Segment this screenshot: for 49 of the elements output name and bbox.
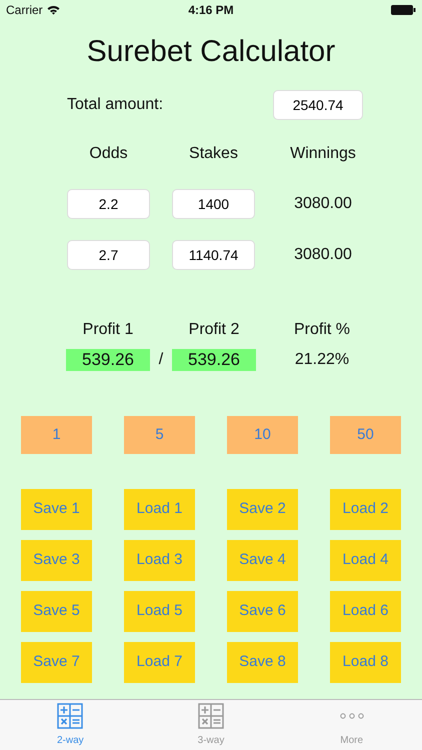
stake-field[interactable]: 1140.74 — [172, 240, 255, 270]
amount-button[interactable]: 5 — [124, 416, 195, 454]
tab-item[interactable]: 3-way — [140, 700, 282, 750]
status-time: 4:16 PM — [188, 2, 234, 19]
profit-value: 539.26 — [66, 349, 150, 371]
calculator-icon — [57, 703, 84, 729]
column-header: Odds — [88, 144, 129, 164]
profit-header: Profit % — [292, 320, 351, 340]
column-header: Stakes — [188, 144, 239, 164]
carrier-name: Carrier — [6, 2, 43, 19]
odds-field[interactable]: 2.7 — [67, 240, 150, 270]
profit-value: 539.26 — [172, 349, 256, 371]
slot-button[interactable]: Save 5 — [21, 591, 92, 632]
slot-button[interactable]: Load 3 — [124, 540, 195, 581]
slot-button[interactable]: Save 8 — [227, 642, 298, 683]
more-icon — [340, 713, 364, 719]
slot-button[interactable]: Save 4 — [227, 540, 298, 581]
slot-button[interactable]: Save 7 — [21, 642, 92, 683]
slot-button[interactable]: Load 2 — [330, 489, 401, 530]
amount-button[interactable]: 1 — [21, 416, 92, 454]
total-label: Total amount: — [67, 95, 164, 115]
profit-header: Profit 1 — [82, 320, 134, 340]
slot-button[interactable]: Load 7 — [124, 642, 195, 683]
tab-item[interactable]: More — [281, 700, 422, 750]
battery-icon — [391, 5, 416, 15]
slot-button[interactable]: Load 8 — [330, 642, 401, 683]
wifi-icon — [46, 5, 60, 15]
slot-button[interactable]: Load 6 — [330, 591, 401, 632]
odds-field[interactable]: 2.2 — [67, 189, 150, 219]
profit-percent: 21.22% — [294, 350, 350, 370]
profit-header: Profit 2 — [188, 320, 240, 340]
column-header: Winnings — [289, 144, 357, 164]
slot-button[interactable]: Load 5 — [124, 591, 195, 632]
slot-button[interactable]: Save 3 — [21, 540, 92, 581]
slot-button[interactable]: Load 4 — [330, 540, 401, 581]
slot-button[interactable]: Save 2 — [227, 489, 298, 530]
slot-button[interactable]: Load 1 — [124, 489, 195, 530]
calculator-icon — [198, 703, 224, 729]
stake-field[interactable]: 1400 — [172, 189, 255, 219]
winnings-value: 3080.00 — [293, 245, 353, 265]
app-title: Surebet Calculator — [86, 34, 336, 70]
slot-button[interactable]: Save 1 — [21, 489, 92, 530]
tab-item[interactable]: 2-way — [0, 700, 141, 750]
total-amount-field[interactable]: 2540.74 — [273, 90, 363, 120]
slot-button[interactable]: Save 6 — [227, 591, 298, 632]
amount-button[interactable]: 50 — [330, 416, 401, 454]
separator-slash: / — [158, 351, 164, 368]
amount-button[interactable]: 10 — [227, 416, 298, 454]
winnings-value: 3080.00 — [293, 194, 353, 214]
